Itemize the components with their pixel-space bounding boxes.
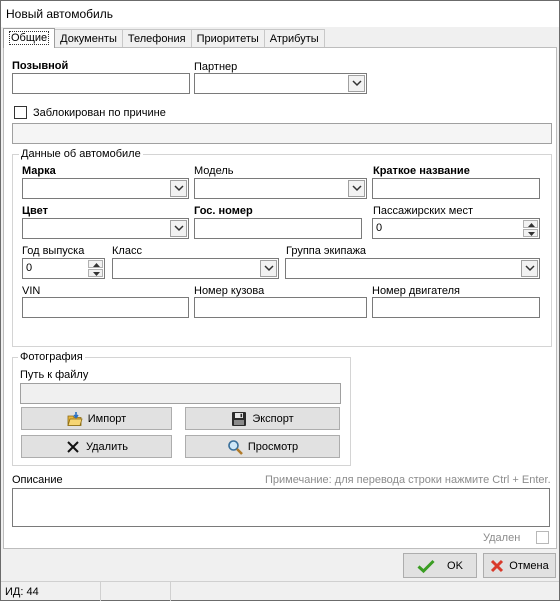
partner-combo[interactable] (194, 73, 367, 94)
file-path-input[interactable] (20, 383, 341, 404)
class-label: Класс (112, 245, 142, 257)
view-photo-button[interactable]: Просмотр (185, 435, 340, 458)
spin-up-icon[interactable] (88, 260, 103, 268)
status-cell (171, 582, 559, 601)
callsign-input[interactable] (12, 73, 190, 94)
description-hint: Примечание: для перевода строки нажмите … (265, 474, 551, 486)
import-label: Импорт (87, 412, 127, 425)
color-combo[interactable] (22, 218, 189, 239)
callsign-label: Позывной (12, 60, 69, 72)
partner-label: Партнер (194, 61, 238, 73)
spin-up-icon[interactable] (523, 220, 538, 228)
general-tab-page: Позывной Партнер Заблокирован по причине… (3, 47, 557, 549)
vin-input[interactable] (22, 297, 189, 318)
chevron-down-icon[interactable] (348, 180, 365, 197)
year-label: Год выпуска (22, 245, 85, 257)
ok-button[interactable]: OK (403, 553, 477, 578)
cancel-label: Отмена (509, 559, 549, 572)
body-number-label: Номер кузова (194, 285, 265, 297)
body-number-input[interactable] (194, 297, 367, 318)
seats-value: 0 (376, 222, 383, 234)
spin-down-icon[interactable] (88, 269, 103, 277)
deleted-label: Удален (483, 532, 521, 544)
tab-general[interactable]: Общие (3, 28, 56, 48)
chevron-down-icon[interactable] (348, 75, 365, 92)
seats-spinner[interactable]: 0 (372, 218, 540, 239)
export-label: Экспорт (252, 412, 294, 425)
brand-combo[interactable] (22, 178, 189, 199)
blocked-reason-input[interactable] (12, 123, 552, 144)
chevron-down-icon[interactable] (170, 180, 187, 197)
close-icon (65, 439, 81, 455)
cancel-button[interactable]: Отмена (483, 553, 556, 578)
chevron-down-icon[interactable] (260, 260, 277, 277)
crew-group-combo[interactable] (285, 258, 540, 279)
status-bar: ИД: 44 (1, 581, 559, 601)
delete-label: Удалить (86, 440, 128, 453)
model-combo[interactable] (194, 178, 367, 199)
short-name-label: Краткое название (373, 165, 470, 177)
import-icon (67, 411, 83, 427)
cross-icon (490, 559, 504, 573)
delete-photo-button[interactable]: Удалить (21, 435, 172, 458)
crew-group-label: Группа экипажа (286, 245, 367, 257)
magnifier-icon (227, 439, 243, 455)
tab-priorities[interactable]: Приоритеты (190, 29, 265, 48)
import-button[interactable]: Импорт (21, 407, 172, 430)
tab-bar: Общие Документы Телефония Приоритеты Атр… (3, 28, 325, 48)
seats-label: Пассажирских мест (373, 205, 473, 217)
chevron-down-icon[interactable] (521, 260, 538, 277)
brand-label: Марка (22, 165, 56, 177)
export-button[interactable]: Экспорт (185, 407, 340, 430)
id-status: ИД: 44 (1, 582, 101, 601)
short-name-input[interactable] (372, 178, 540, 199)
plate-label: Гос. номер (194, 205, 253, 217)
view-label: Просмотр (247, 440, 299, 453)
tab-attributes[interactable]: Атрибуты (263, 29, 325, 48)
deleted-checkbox[interactable] (536, 531, 549, 544)
tab-telephony[interactable]: Телефония (121, 29, 192, 48)
photo-group-title: Фотография (18, 351, 85, 363)
status-cell (101, 582, 171, 601)
description-textarea[interactable] (12, 488, 550, 527)
spin-down-icon[interactable] (523, 229, 538, 237)
file-path-label: Путь к файлу (20, 369, 89, 381)
car-data-group-title: Данные об автомобиле (19, 148, 143, 160)
engine-number-input[interactable] (372, 297, 540, 318)
year-spinner[interactable]: 0 (22, 258, 105, 279)
checkmark-icon (417, 558, 435, 574)
engine-number-label: Номер двигателя (372, 285, 461, 297)
chevron-down-icon[interactable] (170, 220, 187, 237)
model-label: Модель (194, 165, 234, 177)
ok-label: OK (447, 559, 463, 572)
class-combo[interactable] (112, 258, 279, 279)
dialog-window: Новый автомобиль Общие Документы Телефон… (0, 0, 560, 601)
vin-label: VIN (22, 285, 41, 297)
blocked-checkbox[interactable] (14, 106, 27, 119)
description-label: Описание (12, 474, 63, 486)
blocked-label: Заблокирован по причине (33, 107, 166, 119)
window-title: Новый автомобиль (1, 1, 559, 27)
floppy-disk-icon (231, 411, 247, 427)
year-value: 0 (26, 262, 33, 274)
tab-documents[interactable]: Документы (54, 29, 123, 48)
plate-input[interactable] (194, 218, 362, 239)
color-label: Цвет (22, 205, 49, 217)
